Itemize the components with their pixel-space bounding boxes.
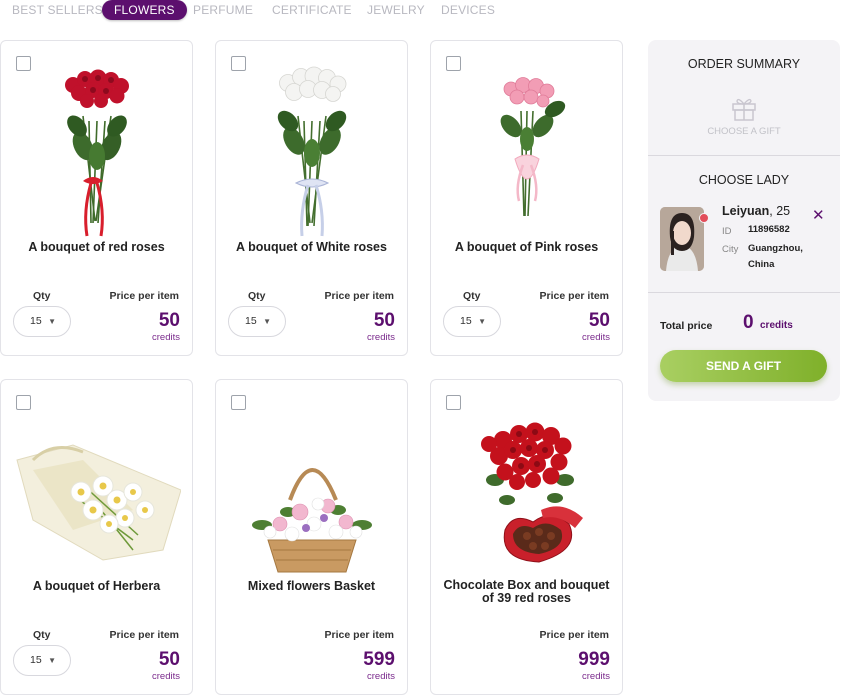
herbera-bouquet-image [16, 444, 181, 561]
quantity-select[interactable]: 15 ▼ [13, 306, 71, 337]
product-card[interactable]: A bouquet of White roses Qty Price per i… [215, 40, 408, 356]
quantity-select[interactable]: 15 ▼ [443, 306, 501, 337]
tab-jewelry[interactable]: JEWELRY [367, 0, 425, 20]
lady-id: 11896582 [748, 224, 790, 235]
price-label: Price per item [109, 290, 179, 302]
category-tabs: BEST SELLERS FLOWERS PERFUME CERTIFICATE… [0, 0, 640, 20]
product-card[interactable]: A bouquet of Pink roses Qty Price per it… [430, 40, 623, 356]
total-credits-label: credits [760, 320, 793, 331]
product-price: 599 [363, 649, 395, 670]
product-price: 50 [158, 310, 180, 331]
product-name: A bouquet of Herbera [32, 579, 161, 593]
quantity-value: 15 [30, 654, 42, 666]
caret-down-icon: ▼ [48, 656, 56, 665]
qty-label: Qty [33, 290, 51, 302]
price-label: Price per item [324, 629, 394, 641]
tab-best-sellers[interactable]: BEST SELLERS [12, 0, 103, 20]
credits-label: credits [367, 332, 395, 343]
quantity-select[interactable]: 15 ▼ [228, 306, 286, 337]
lady-name: Leiyuan, 25 [722, 204, 791, 218]
tab-perfume[interactable]: PERFUME [193, 0, 253, 20]
total-price-label: Total price [660, 320, 713, 332]
product-price: 50 [373, 310, 395, 331]
close-icon[interactable]: ✕ [812, 208, 825, 223]
caret-down-icon: ▼ [478, 317, 486, 326]
qty-label: Qty [248, 290, 266, 302]
divider [648, 155, 840, 156]
credits-label: credits [367, 671, 395, 682]
id-label: ID [722, 226, 732, 237]
credits-label: credits [152, 332, 180, 343]
choose-lady-title: CHOOSE LADY [698, 173, 790, 187]
online-status-dot [699, 213, 709, 223]
order-summary-title: ORDER SUMMARY [687, 57, 801, 71]
white-roses-bouquet-image [277, 66, 347, 237]
credits-label: credits [152, 671, 180, 682]
lady-country: China [748, 259, 775, 270]
tab-devices[interactable]: DEVICES [441, 0, 495, 20]
flower-basket-image [252, 468, 372, 573]
quantity-value: 15 [460, 315, 472, 327]
product-name: A bouquet of White roses [236, 240, 387, 254]
product-name: A bouquet of Pink roses [454, 240, 599, 254]
tab-certificate[interactable]: CERTIFICATE [272, 0, 352, 20]
city-label: City [722, 244, 739, 255]
gift-icon[interactable] [730, 95, 758, 121]
choose-gift-link[interactable]: CHOOSE A GIFT [648, 126, 840, 137]
price-label: Price per item [324, 290, 394, 302]
product-price: 50 [158, 649, 180, 670]
order-summary-panel: ORDER SUMMARY CHOOSE A GIFT CHOOSE LADY … [648, 40, 840, 401]
caret-down-icon: ▼ [48, 317, 56, 326]
price-label: Price per item [539, 629, 609, 641]
quantity-select[interactable]: 15 ▼ [13, 645, 71, 676]
price-label: Price per item [109, 629, 179, 641]
red-roses-bouquet-image [65, 69, 129, 237]
credits-label: credits [582, 332, 610, 343]
product-card[interactable]: A bouquet of Herbera Qty Price per item … [0, 379, 193, 695]
pink-roses-bouquet-image [500, 77, 566, 217]
quantity-value: 15 [30, 315, 42, 327]
qty-label: Qty [33, 629, 51, 641]
product-price: 50 [588, 310, 610, 331]
product-card[interactable]: Chocolate Box and bouquet of 39 red rose… [430, 379, 623, 695]
price-label: Price per item [539, 290, 609, 302]
quantity-value: 15 [245, 315, 257, 327]
total-price-value: 0 [743, 312, 754, 333]
chocolate-box-roses-image [481, 422, 583, 563]
product-name: Chocolate Box and bouquet of 39 red rose… [443, 578, 610, 605]
product-name: Mixed flowers Basket [247, 579, 376, 593]
qty-label: Qty [463, 290, 481, 302]
product-price: 999 [578, 649, 610, 670]
tab-flowers[interactable]: FLOWERS [102, 0, 187, 20]
caret-down-icon: ▼ [263, 317, 271, 326]
product-card[interactable]: A bouquet of red roses Qty Price per ite… [0, 40, 193, 356]
send-gift-button[interactable]: SEND A GIFT [660, 350, 827, 382]
product-card[interactable]: Mixed flowers Basket Price per item 599 … [215, 379, 408, 695]
avatar [660, 207, 704, 271]
credits-label: credits [582, 671, 610, 682]
lady-city: Guangzhou, [748, 243, 803, 254]
product-name: A bouquet of red roses [28, 240, 165, 254]
divider [648, 292, 840, 293]
